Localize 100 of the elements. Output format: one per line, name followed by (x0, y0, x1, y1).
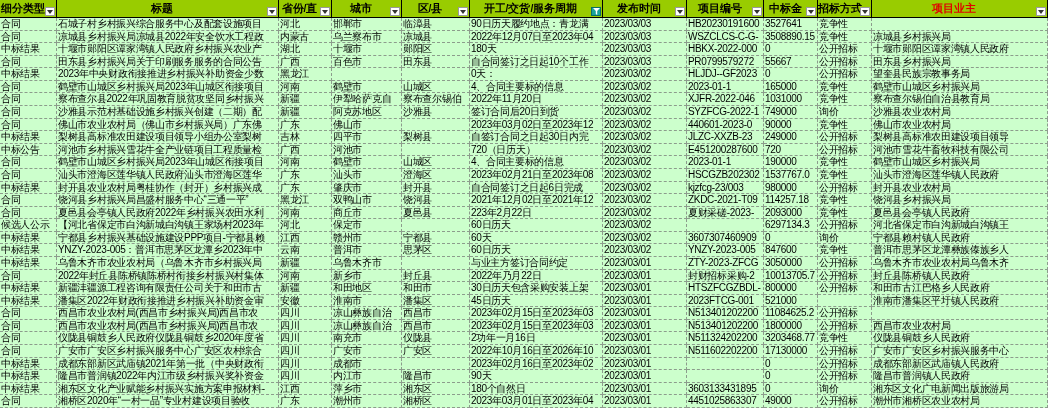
table-cell: 公开招标 (818, 282, 872, 295)
table-cell: 淮南市 (332, 294, 402, 308)
table-cell: 沙雅县示范村基础设施乡村振兴创建（二期）配 (57, 106, 279, 119)
table-cell: 2022年封丘县陈桥镇陈桥村衔接乡村振兴村集体 (57, 269, 279, 283)
filter-button[interactable] (675, 7, 685, 16)
table-cell: 十堰市 (332, 43, 402, 56)
table-cell: 河北 (279, 219, 332, 232)
table-cell: 合同 (0, 156, 57, 169)
table-cell: 新疆沣疆源工程咨询有限责任公司关于和田市古 (57, 282, 279, 295)
table-cell: 0 (764, 370, 818, 383)
table-cell: 凉山彝族自治 (332, 319, 402, 333)
table-cell: 2023FTCG-001 (687, 294, 764, 308)
table-cell: 四川 (279, 307, 332, 320)
table-cell: 中标结果 (0, 294, 57, 308)
column-header: 标题 (57, 0, 279, 18)
table-cell: 询价 (818, 231, 872, 245)
table-cell: 90000 (764, 118, 818, 132)
table-cell: 河池市雪花牛畜牧科技有限公司 (872, 143, 1048, 157)
table-cell: 宁都县赖村镇人民政府 (872, 231, 1048, 245)
table-cell: 2022年乃月22日 (470, 269, 603, 283)
table-cell: 3508890.15 (764, 30, 818, 44)
filter-button[interactable] (320, 7, 330, 16)
table-cell: 2023/03/01 (603, 257, 687, 270)
table-cell: 竞争性 (818, 93, 872, 107)
table-cell: 广西 (279, 55, 332, 69)
table-cell: 竞争性 (818, 80, 872, 94)
table-cell: 800000 (764, 282, 818, 295)
filter-button[interactable] (806, 7, 816, 16)
table-cell: 440601-2023-0 (687, 118, 764, 132)
table-cell: 90天 (470, 370, 603, 383)
table-cell: 江西 (279, 231, 332, 245)
table-cell: 公开招标 (818, 307, 872, 320)
table-cell: 安徽 (279, 294, 332, 308)
table-cell: ZKDC-2021-T09 (687, 194, 764, 207)
column-header: 项目业主 (872, 0, 1048, 18)
table-cell: 2023/03/02 (603, 194, 687, 207)
filter-button[interactable] (860, 7, 870, 16)
table-cell: 河南 (279, 156, 332, 169)
table-cell: 封丘县陈桥镇人民政府 (872, 269, 1048, 283)
filter-button[interactable] (267, 7, 277, 16)
table-cell: 2023/03/03 (603, 43, 687, 56)
table-cell: 2023/03/02 (603, 106, 687, 119)
table-cell: 梨树县 (402, 131, 470, 144)
table-cell: 114257.18 (764, 194, 818, 207)
filter-button[interactable] (458, 7, 468, 16)
table-cell: 2023年02月15日至2023年03 (470, 319, 603, 333)
table-cell: 宁都县 (402, 231, 470, 245)
table-cell: 2023/03/01 (603, 395, 687, 408)
table-cell: 沙雅县 (402, 106, 470, 119)
table-cell: 阿克苏地区 (332, 106, 402, 119)
table-cell: 四平市 (332, 131, 402, 144)
table-cell: 广安市 (332, 345, 402, 358)
table-cell: 山城区 (402, 80, 470, 94)
filter-button[interactable] (45, 7, 55, 16)
table-cell: 4451025863307 (687, 395, 764, 408)
table-cell: 中标结果 (0, 382, 57, 396)
table-cell: 合同 (0, 106, 57, 119)
table-cell: 2021年12月02日至2021年12 (470, 194, 603, 207)
table-cell: 四川 (279, 345, 332, 358)
table-cell: 十堰市郧阳区谭家湾镇人民政府乡村振兴农业产 (57, 43, 279, 56)
filter-button[interactable] (390, 7, 400, 16)
table-cell: 2023/03/02 (603, 181, 687, 195)
table-cell: 2023/03/02 (603, 231, 687, 245)
filter-button[interactable] (591, 7, 601, 16)
table-cell: 湘桥区 (402, 395, 470, 408)
table-cell: 鹤壁市山城区乡村振兴局 (872, 80, 1048, 94)
table-cell: 田东县乡村振兴局 (872, 55, 1048, 69)
table-cell: 2023年03月01日至2023年04 (470, 395, 603, 408)
table-cell: 黑龙江 (279, 68, 332, 81)
table-cell: 汕头市 (332, 168, 402, 182)
table-cell: 凉城县乡村振兴局凉城县2022年安全饮水工程政 (57, 30, 279, 44)
table-cell: 潘集区2022年财政衔接推进乡村振兴补助资金审 (57, 294, 279, 308)
table-cell: 内蒙古 (279, 30, 332, 44)
table-cell: 合同 (0, 206, 57, 220)
table-cell: 淮南市潘集区平圩镇人民政府 (872, 294, 1048, 308)
table-cell: 847600 (764, 244, 818, 257)
table-cell: 0 (764, 231, 818, 245)
table-cell: 【河北省保定市白沟新城白沟镇王家场村2023年 (57, 219, 279, 232)
table-cell: 饶河县乡村振兴局昌盛村服务中心“三通一平” (57, 194, 279, 207)
filter-button[interactable] (1036, 7, 1046, 16)
table-cell: N511602202200 (687, 345, 764, 358)
table-cell: 河北省保定市白沟新城白沟镇王 (872, 219, 1048, 232)
table-cell: 合同 (0, 345, 57, 358)
table-cell: 180个自然日 (470, 382, 603, 396)
table-cell: 西昌市 (402, 319, 470, 333)
table-cell: 宁都县乡村振兴基础设施建设PPP项目-宁都县赖 (57, 231, 279, 245)
table-cell: 223年2月22日 (470, 206, 603, 220)
filter-button[interactable] (752, 7, 762, 16)
empty-cell (402, 143, 470, 157)
column-header: 中标金 (764, 0, 818, 18)
table-cell: 中标结果 (0, 131, 57, 144)
table-cell: 河北 (279, 18, 332, 31)
table-cell: 合同 (0, 118, 57, 132)
table-cell: 165000 (764, 80, 818, 94)
table-cell: 乌鲁木齐市农业农村局乌鲁木齐 (872, 257, 1048, 270)
table-cell: 黑龙江 (279, 194, 332, 207)
table-cell: 竞争性 (818, 168, 872, 182)
table-cell: 合同 (0, 80, 57, 94)
table-cell: 2022年11月20日 (470, 93, 603, 107)
table-cell: 封开县 (402, 181, 470, 195)
